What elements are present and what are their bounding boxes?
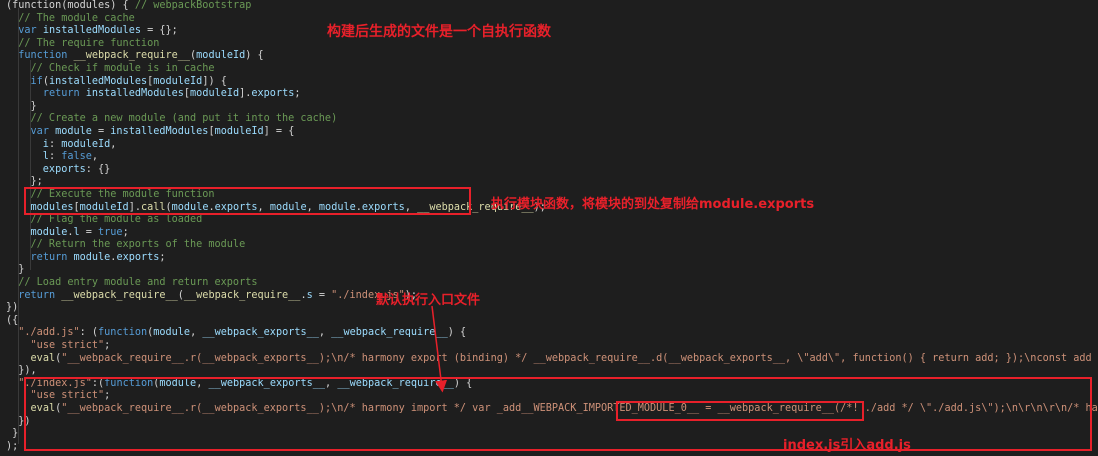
arrow-entry-to-index [431, 305, 448, 393]
code-editor[interactable]: (function(modules) { // webpackBootstrap… [0, 0, 1098, 456]
annotation-arrows [431, 305, 448, 393]
